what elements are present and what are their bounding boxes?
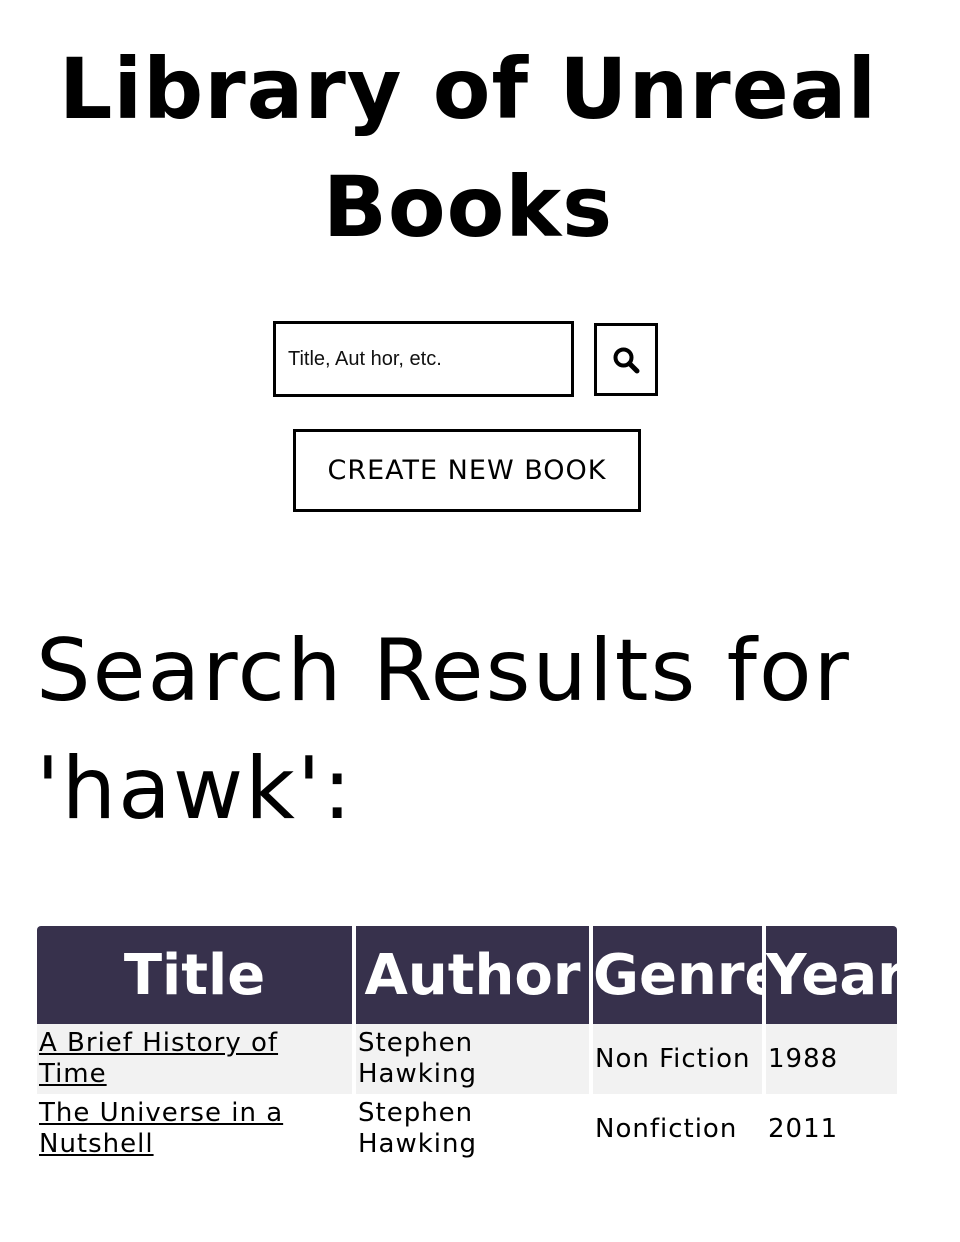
search-form <box>273 321 659 397</box>
cell-title: A Brief History of Time <box>37 1024 356 1094</box>
table-row: The Universe in a Nutshell Stephen Hawki… <box>37 1094 897 1164</box>
cell-genre: Nonfiction <box>593 1094 766 1164</box>
search-icon <box>613 347 640 373</box>
book-title-link[interactable]: The Universe in a Nutshell <box>39 1098 283 1159</box>
table-row: A Brief History of Time Stephen Hawking … <box>37 1024 897 1094</box>
cell-author: Stephen Hawking <box>356 1024 593 1094</box>
search-input[interactable] <box>273 321 574 397</box>
cell-year: 1988 <box>766 1024 897 1094</box>
search-button[interactable] <box>594 323 658 396</box>
column-header-year: Year <box>766 926 897 1024</box>
cell-title: The Universe in a Nutshell <box>37 1094 356 1164</box>
table-header-row: Title Author Genre Year <box>37 926 897 1024</box>
results-table: Title Author Genre Year A Brief History … <box>37 926 897 1164</box>
cell-author: Stephen Hawking <box>356 1094 593 1164</box>
create-new-book-button[interactable]: CREATE NEW BOOK <box>293 429 641 512</box>
column-header-genre: Genre <box>593 926 766 1024</box>
book-title-link[interactable]: A Brief History of Time <box>39 1028 278 1089</box>
cell-genre: Non Fiction <box>593 1024 766 1094</box>
site-title: Library of Unreal Books <box>58 40 878 256</box>
cell-year: 2011 <box>768 1113 839 1144</box>
column-header-author: Author <box>356 926 593 1024</box>
column-header-title: Title <box>37 926 356 1024</box>
results-heading: Search Results for 'hawk': <box>36 621 851 839</box>
